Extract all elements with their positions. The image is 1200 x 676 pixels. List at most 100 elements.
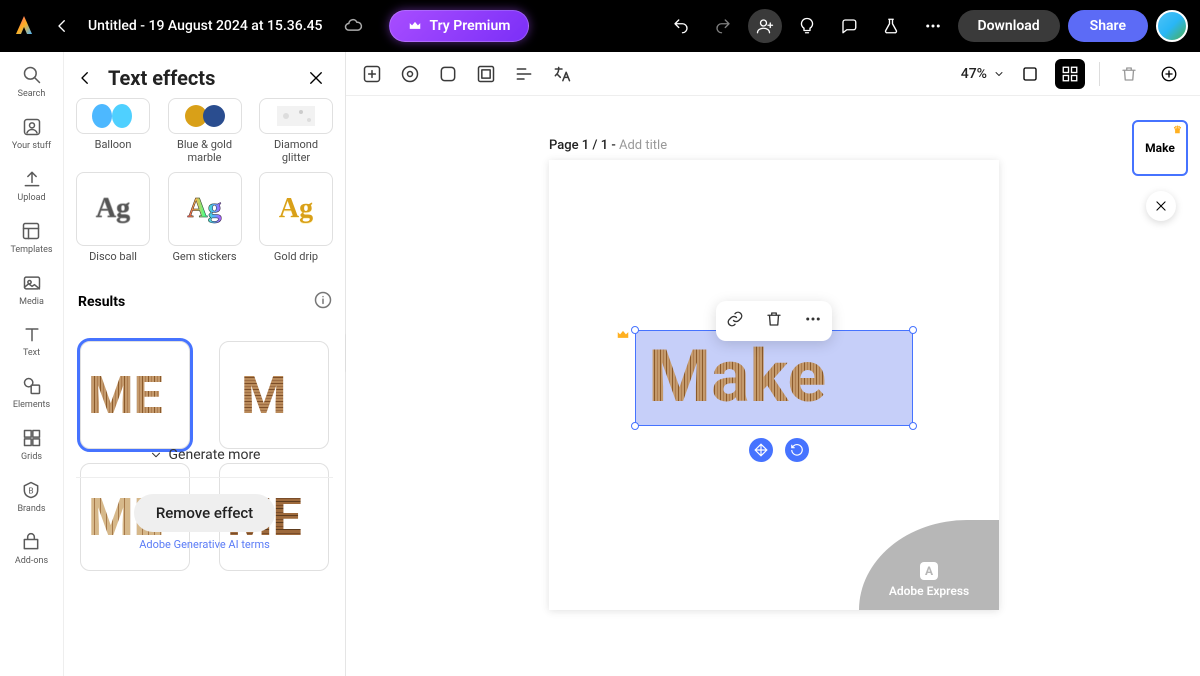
generate-more-label: Generate more (169, 447, 261, 463)
rail-your-stuff[interactable]: Your stuff (12, 114, 51, 152)
remove-effect-button[interactable]: Remove effect (134, 494, 275, 532)
effect-label: Gold drip (274, 250, 318, 276)
back-button[interactable] (46, 10, 78, 42)
generate-more-button[interactable]: Generate more (76, 433, 333, 478)
rail-brands[interactable]: B Brands (17, 477, 45, 515)
crown-icon: ♛ (1173, 125, 1182, 136)
rail-search[interactable]: Search (18, 62, 46, 100)
close-thumbnail-button[interactable] (1146, 191, 1176, 221)
rail-label: Templates (10, 246, 52, 256)
rail-media[interactable]: Media (19, 270, 45, 308)
add-page-button[interactable] (1154, 59, 1184, 89)
invite-button[interactable] (748, 9, 782, 43)
comment-button[interactable] (832, 9, 866, 43)
canvas-text-element[interactable]: Make (636, 331, 914, 427)
shapes-icon (19, 373, 45, 399)
effect-label: Diamond glitter (259, 138, 333, 164)
media-icon (19, 270, 45, 296)
rail-label: Search (18, 90, 46, 100)
grids-icon (19, 425, 45, 451)
selection-box[interactable]: Make (635, 330, 913, 426)
adobe-logo (12, 14, 36, 38)
download-button[interactable]: Download (958, 10, 1060, 42)
templates-icon (18, 218, 44, 244)
zoom-control[interactable]: 47% (961, 66, 1005, 82)
effects-button[interactable] (400, 64, 420, 84)
left-rail: Search Your stuff Upload Templates Media… (0, 52, 64, 676)
view-grid-button[interactable] (1055, 59, 1085, 89)
panel-close-icon[interactable] (307, 69, 325, 87)
translate-button[interactable] (552, 64, 572, 84)
premium-crown-icon (616, 327, 630, 346)
effect-label: Disco ball (89, 250, 137, 276)
more-menu-button[interactable] (916, 9, 950, 43)
resize-handle-bl[interactable] (631, 422, 639, 430)
document-title[interactable]: Untitled - 19 August 2024 at 15.36.45 (88, 18, 323, 34)
effect-blue-gold-marble[interactable] (168, 98, 242, 134)
help-button[interactable] (790, 9, 824, 43)
zoom-value: 47% (961, 66, 987, 82)
share-button[interactable]: Share (1068, 10, 1148, 42)
align-button[interactable] (514, 64, 534, 84)
move-button[interactable] (749, 438, 773, 462)
info-icon[interactable] (313, 290, 333, 314)
beaker-button[interactable] (874, 9, 908, 43)
rail-grids[interactable]: Grids (19, 425, 45, 463)
link-button[interactable] (726, 310, 744, 332)
rotate-button[interactable] (785, 438, 809, 462)
page-thumbnail[interactable]: ♛ Make (1132, 120, 1188, 176)
resize-handle-tl[interactable] (631, 326, 639, 334)
page-label[interactable]: Page 1 / 1 - Add title (549, 138, 667, 153)
rail-templates[interactable]: Templates (10, 218, 52, 256)
delete-button[interactable] (765, 310, 783, 332)
redo-button[interactable] (706, 9, 740, 43)
addons-icon (18, 529, 44, 555)
shape-button[interactable] (438, 64, 458, 84)
rail-addons[interactable]: Add-ons (15, 529, 48, 567)
text-effects-panel: Text effects Balloon Blue & gold marble … (64, 52, 346, 676)
rail-elements[interactable]: Elements (13, 373, 50, 411)
effect-disco-ball[interactable]: Ag (76, 172, 150, 246)
svg-text:B: B (29, 486, 34, 496)
header-right: Download Share (664, 9, 1189, 43)
brands-icon: B (18, 477, 44, 503)
rail-label: Elements (13, 401, 50, 411)
effect-gem-stickers[interactable]: Ag (168, 172, 242, 246)
resize-handle-br[interactable] (909, 422, 917, 430)
user-avatar[interactable] (1156, 10, 1188, 42)
cloud-sync-icon[interactable] (337, 10, 369, 42)
panel-title: Text effects (108, 66, 297, 90)
page-thumb-text: Make (1145, 141, 1175, 155)
crop-button[interactable] (476, 64, 496, 84)
effect-gold-drip[interactable]: Ag (259, 172, 333, 246)
results-title: Results (78, 294, 125, 310)
try-premium-button[interactable]: Try Premium (389, 10, 530, 42)
effect-balloon[interactable] (76, 98, 150, 134)
svg-text:ME: ME (88, 365, 163, 425)
ai-terms-link[interactable]: Adobe Generative AI terms (76, 538, 333, 551)
canvas-area: 47% Page 1 / 1 - Add title Make (346, 52, 1200, 676)
delete-page-button[interactable] (1114, 59, 1144, 89)
canvas-stage[interactable]: Page 1 / 1 - Add title Make A Adobe Expr… (346, 96, 1200, 676)
try-premium-label: Try Premium (430, 18, 511, 34)
rail-label: Media (19, 298, 44, 308)
effect-label: Blue & gold marble (168, 138, 242, 164)
resize-handle-tr[interactable] (909, 326, 917, 334)
more-options-button[interactable] (804, 310, 822, 332)
crown-icon (408, 19, 422, 33)
canvas-page[interactable]: Make A Adobe Express (549, 160, 999, 610)
rail-text[interactable]: Text (19, 321, 45, 359)
text-icon (19, 321, 45, 347)
view-single-button[interactable] (1015, 59, 1045, 89)
add-title-placeholder: Add title (619, 138, 667, 153)
user-box-icon (19, 114, 45, 140)
rail-upload[interactable]: Upload (17, 166, 45, 204)
svg-text:M: M (241, 365, 287, 425)
effect-diamond-glitter[interactable] (259, 98, 333, 134)
add-element-button[interactable] (362, 64, 382, 84)
floating-action-bar (716, 301, 832, 341)
undo-button[interactable] (664, 9, 698, 43)
panel-back-icon[interactable] (76, 69, 94, 87)
adobe-express-watermark: A Adobe Express (859, 520, 999, 610)
rail-label: Brands (17, 505, 45, 515)
